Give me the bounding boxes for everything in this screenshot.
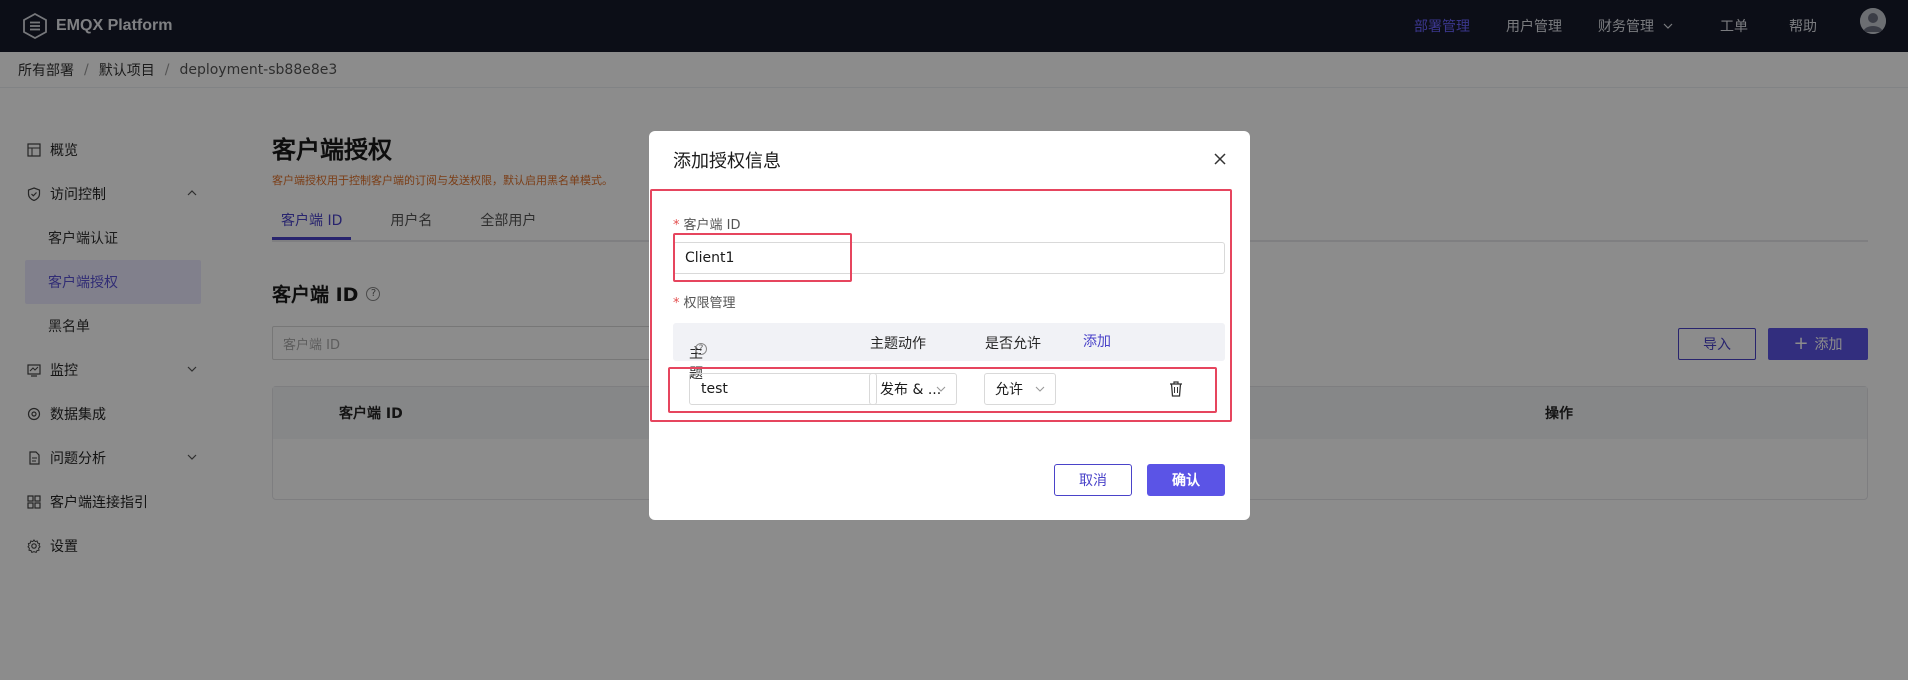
cancel-button[interactable]: 取消 xyxy=(1054,464,1132,496)
annotation-box-client-id xyxy=(673,233,852,282)
confirm-button[interactable]: 确认 xyxy=(1147,464,1225,496)
close-icon[interactable] xyxy=(1212,151,1228,167)
dialog-title: 添加授权信息 xyxy=(673,151,781,172)
annotation-box-permission-row xyxy=(668,367,1217,413)
